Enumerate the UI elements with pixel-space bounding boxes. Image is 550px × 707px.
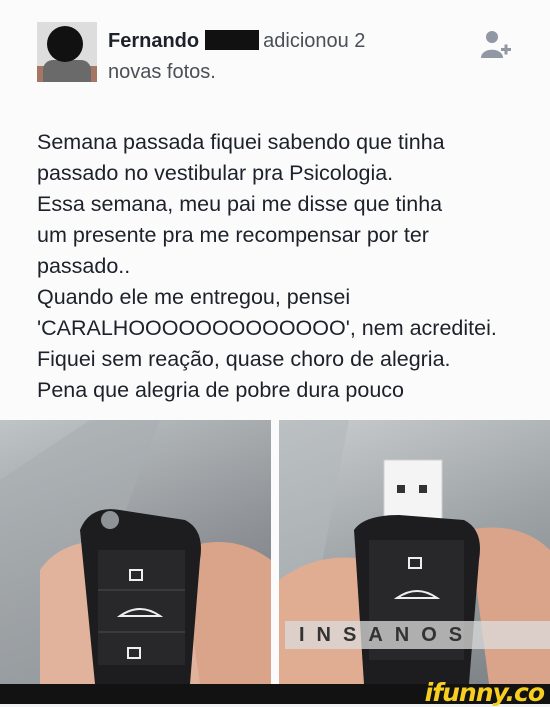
censor-bar xyxy=(205,30,260,50)
post-text-line: Pena que alegria de pobre dura pouco xyxy=(37,378,404,402)
post-text-line: Quando ele me entregou, pensei xyxy=(37,285,351,309)
post-text-line: passado.. xyxy=(37,254,131,278)
footer-bar: ifunny.co xyxy=(0,678,550,707)
avatar[interactable] xyxy=(37,22,97,82)
post-text-line: Essa semana, meu pai me disse que tinha xyxy=(37,192,443,216)
post-author-line: Fernando adicionou 2 xyxy=(108,30,365,53)
post-text-line: um presente pra me recompensar por ter xyxy=(37,223,429,247)
post-text-line: passado no vestibular pra Psicologia. xyxy=(37,161,394,185)
ifunny-logo: ifunny.co xyxy=(424,678,545,707)
post-text-line: Fiquei sem reação, quase choro de alegri… xyxy=(37,347,451,371)
watermark: INSANOS xyxy=(285,621,550,649)
censored-face xyxy=(47,26,83,62)
photo-car-key[interactable] xyxy=(0,420,271,684)
post-text: Semana passada fiquei sabendo que tinha … xyxy=(37,127,537,406)
post-header: Fernando adicionou 2 novas fotos. xyxy=(0,0,550,110)
action-text-continued: novas fotos. xyxy=(108,61,216,83)
post-text-line: Semana passada fiquei sabendo que tinha xyxy=(37,130,445,154)
photo-grid: INSANOS xyxy=(0,420,550,684)
author-name[interactable]: Fernando xyxy=(108,30,199,52)
post-text-line: 'CARALHOOOOOOOOOOOOO', nem acreditei. xyxy=(37,316,497,340)
facebook-post: Fernando adicionou 2 novas fotos. Semana … xyxy=(0,0,550,684)
add-friend-icon[interactable] xyxy=(478,28,514,62)
action-text: adicionou 2 xyxy=(263,30,366,52)
